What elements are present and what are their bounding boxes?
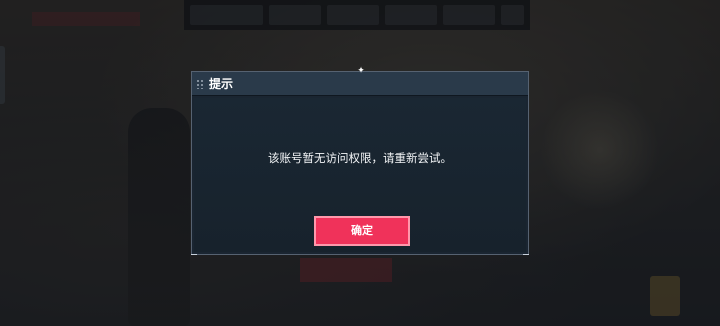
alert-dialog: ✦ 提示 该账号暂无访问权限，请重新尝试。 确定 [191,67,529,255]
dialog-corner [191,254,197,255]
dialog-corner [523,254,529,255]
dialog-title: 提示 [209,77,234,91]
pin-icon: ✦ [357,66,365,76]
drag-handle-icon [196,78,204,89]
confirm-button[interactable]: 确定 [314,216,410,246]
dialog-message: 该账号暂无访问权限，请重新尝试。 [268,151,452,165]
dialog-body: 该账号暂无访问权限，请重新尝试。 确定 [194,98,526,252]
